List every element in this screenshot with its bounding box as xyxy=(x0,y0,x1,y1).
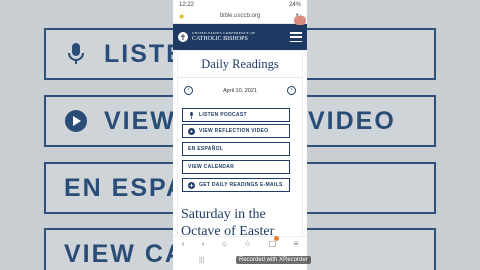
menu-icon[interactable]: ≡ xyxy=(294,239,299,248)
recent-apps-icon[interactable]: ||| xyxy=(199,257,204,264)
phone-screen: 12:22 24% ★ bible.usccb.org ↻ ✝ UNITED S… xyxy=(173,0,307,270)
hamburger-menu-icon[interactable] xyxy=(290,32,302,42)
get-emails-button[interactable]: GET DAILY READINGS E-MAILS xyxy=(182,178,290,192)
menu-badge xyxy=(294,16,306,25)
forward-icon[interactable]: › xyxy=(202,239,205,248)
status-battery: 24% xyxy=(288,1,301,8)
back-icon[interactable]: ‹ xyxy=(182,239,185,248)
browser-nav-bar: ‹ › ⌂ ☆ ▢ ≡ xyxy=(173,236,307,250)
current-date: April 10, 2021 xyxy=(223,87,257,94)
microphone-icon xyxy=(188,111,195,119)
view-reflection-video-button[interactable]: VIEW REFLECTION VIDEO xyxy=(182,124,290,138)
site-header: ✝ UNITED STATES CONFERENCE OF CATHOLIC B… xyxy=(173,24,307,50)
usccb-logo-icon[interactable]: ✝ xyxy=(178,32,188,42)
status-time: 12:22 xyxy=(179,1,195,8)
en-espanol-label: EN ESPAÑOL xyxy=(188,146,224,152)
title-section: Daily Readings xyxy=(178,51,302,78)
org-line2: CATHOLIC BISHOPS xyxy=(192,35,248,42)
next-day-icon[interactable]: › xyxy=(286,86,296,95)
microphone-icon xyxy=(64,42,88,66)
bg-video-label-right: VIDEO xyxy=(308,106,396,135)
get-emails-label: GET DAILY READINGS E-MAILS xyxy=(199,182,283,188)
view-reflection-video-label: VIEW REFLECTION VIDEO xyxy=(199,128,269,134)
tabs-icon[interactable]: ▢ xyxy=(269,236,280,248)
date-navigator: ‹ April 10, 2021 › xyxy=(178,86,302,95)
liturgical-day-heading: Saturday in the Octave of Easter xyxy=(181,207,275,239)
star-icon[interactable]: ★ xyxy=(178,12,190,21)
view-calendar-button[interactable]: VIEW CALENDAR xyxy=(182,160,290,174)
add-icon xyxy=(188,181,195,189)
play-icon xyxy=(188,127,195,135)
browser-address-bar[interactable]: ★ bible.usccb.org ↻ xyxy=(173,9,307,24)
previous-day-icon[interactable]: ‹ xyxy=(184,86,193,95)
status-bar: 12:22 24% xyxy=(173,0,307,9)
recorder-watermark: Recorded with XRecorder xyxy=(236,256,311,264)
play-icon xyxy=(64,109,88,133)
listen-podcast-button[interactable]: LISTEN PODCAST xyxy=(182,108,290,122)
usccb-logo-text[interactable]: UNITED STATES CONFERENCE OF CATHOLIC BIS… xyxy=(192,32,255,42)
tab-count-badge xyxy=(274,236,280,241)
en-espanol-button[interactable]: EN ESPAÑOL xyxy=(182,142,290,156)
bookmark-icon[interactable]: ☆ xyxy=(244,239,251,248)
page-title: Daily Readings xyxy=(201,56,279,71)
listen-podcast-label: LISTEN PODCAST xyxy=(199,112,247,118)
home-icon[interactable]: ⌂ xyxy=(222,239,227,248)
view-calendar-label: VIEW CALENDAR xyxy=(188,164,235,170)
url-text[interactable]: bible.usccb.org xyxy=(190,13,290,19)
